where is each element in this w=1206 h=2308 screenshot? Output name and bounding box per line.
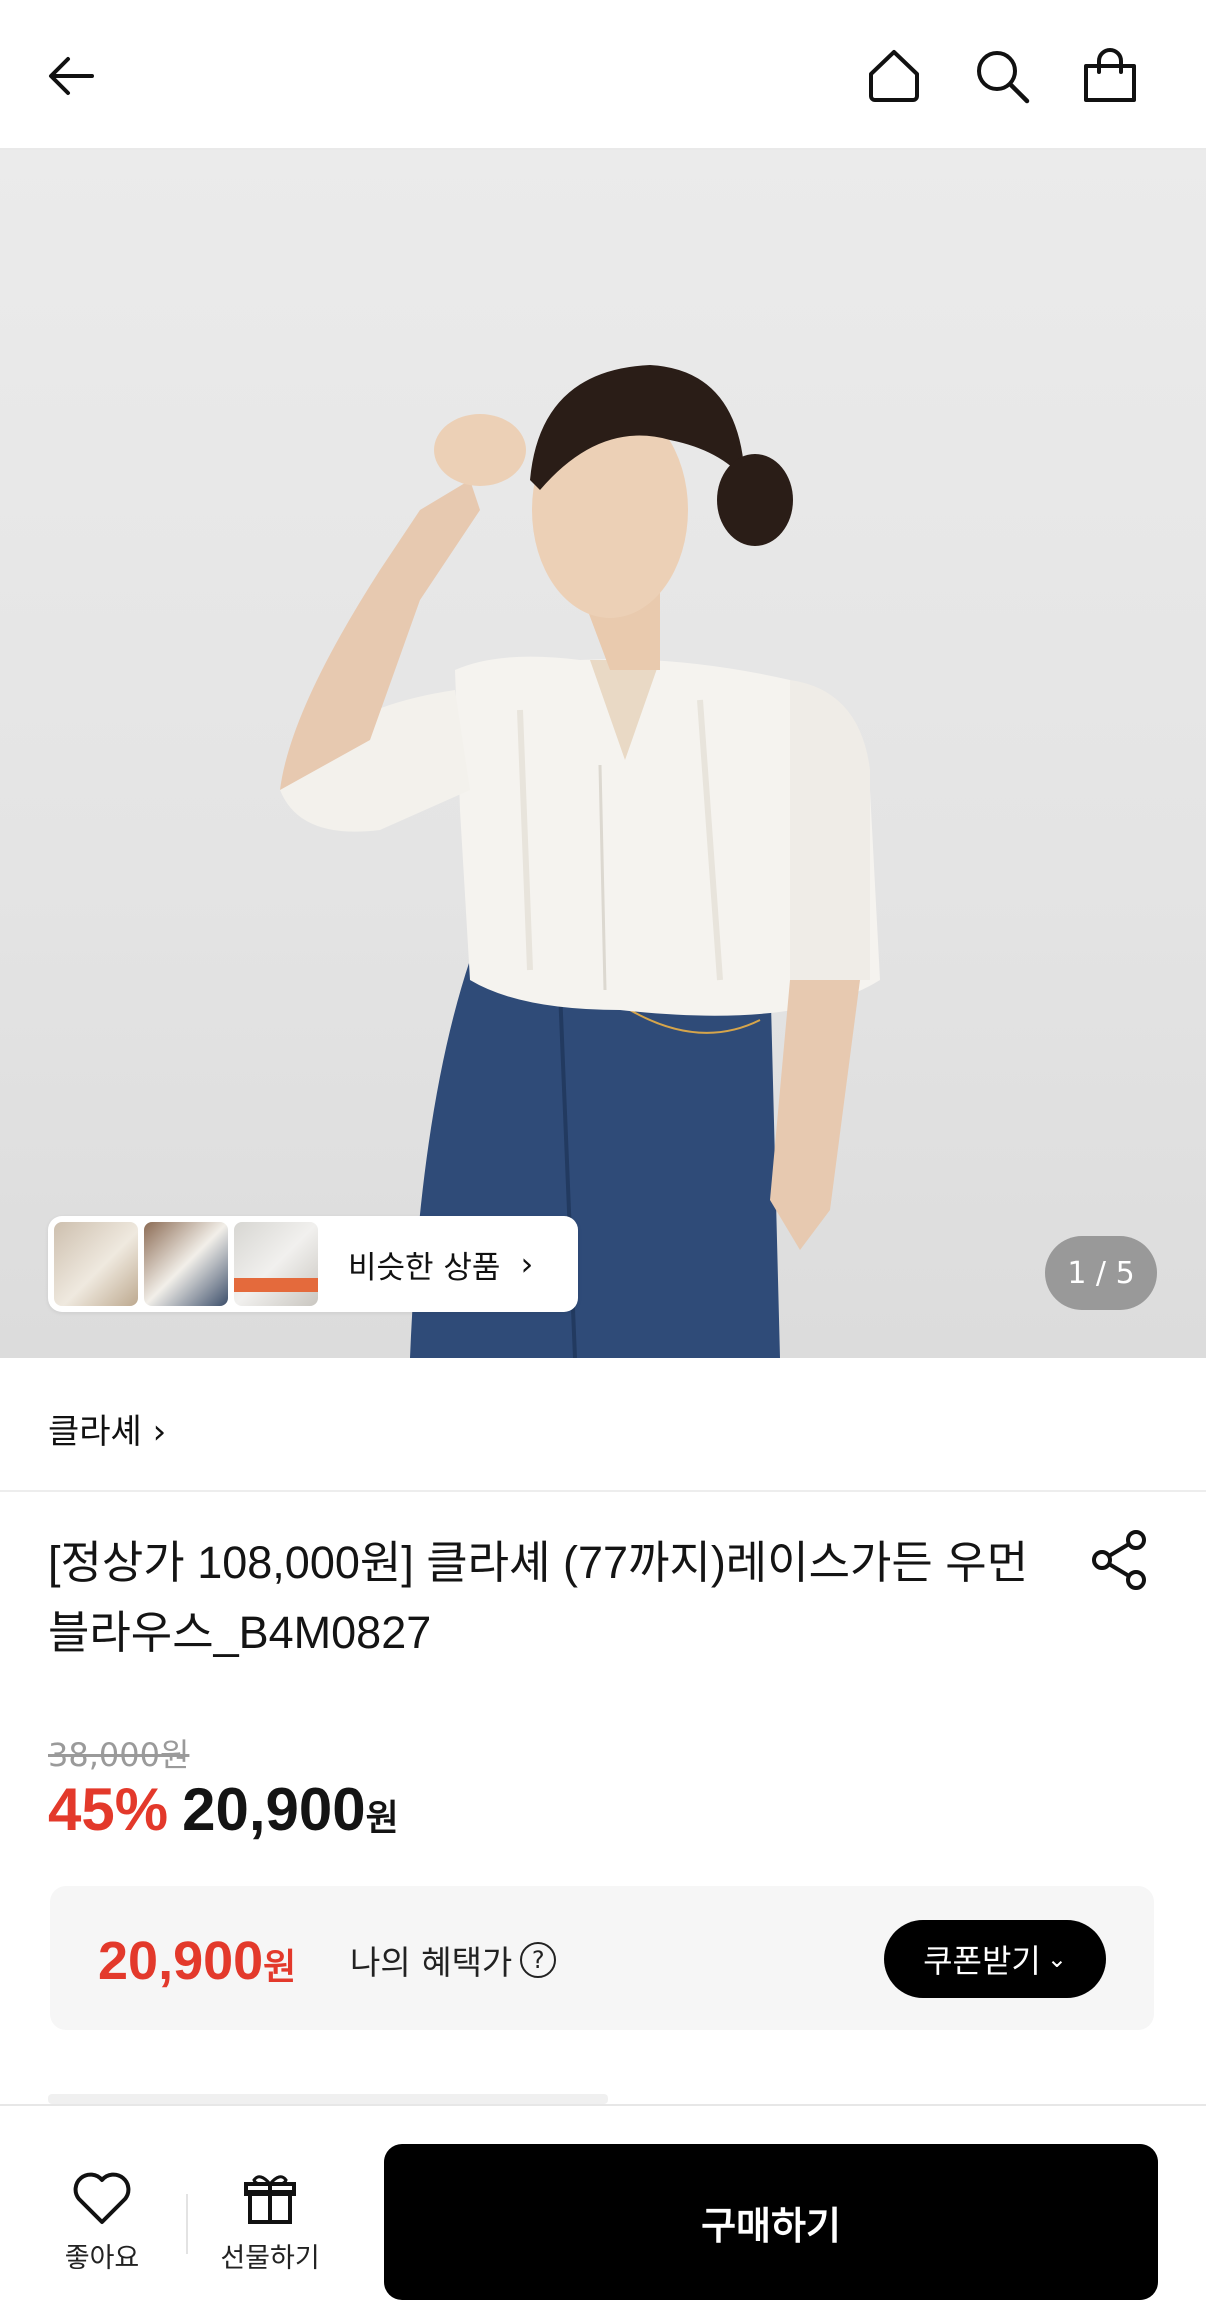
benefit-price-currency: 원 — [263, 1946, 297, 1987]
benefit-label: 나의 혜택가 — [350, 1943, 513, 1982]
price-row: 45% 20,900 원 — [48, 1775, 399, 1844]
gift-label: 선물하기 — [220, 2243, 320, 2274]
divider — [186, 2194, 188, 2254]
image-pager-indicator: 1 / 5 — [1045, 1236, 1157, 1310]
share-icon[interactable] — [1088, 1528, 1152, 1592]
top-nav-bar — [0, 0, 1206, 150]
similar-thumb-3 — [234, 1222, 318, 1306]
brand-link[interactable]: 클라셰 › — [48, 1404, 166, 1453]
product-photo — [280, 365, 880, 1358]
discount-rate: 45% — [48, 1776, 169, 1843]
similar-thumb-1 — [54, 1222, 138, 1306]
similar-products-label: 비슷한 상품 — [348, 1249, 501, 1286]
help-icon[interactable]: ? — [520, 1942, 557, 1978]
get-coupon-button[interactable]: 쿠폰받기 ⌄ — [884, 1920, 1106, 1998]
product-image-carousel[interactable]: 비슷한 상품 › 1 / 5 — [0, 150, 1206, 1358]
like-label: 좋아요 — [64, 2243, 140, 2274]
home-icon[interactable] — [858, 40, 930, 112]
benefit-price-value: 20,900 — [98, 1931, 264, 1991]
chevron-down-icon: ⌄ — [1046, 1945, 1067, 1973]
benefit-price-box: 20,900 원 나의 혜택가 ? 쿠폰받기 ⌄ — [50, 1886, 1154, 2030]
gift-button[interactable]: 선물하기 — [200, 2170, 340, 2275]
coupon-button-label: 쿠폰받기 — [923, 1942, 1041, 1980]
like-button[interactable]: 좋아요 — [32, 2170, 172, 2275]
benefit-label-group: 나의 혜택가 ? — [350, 1936, 557, 1984]
benefit-price: 20,900 원 — [98, 1930, 296, 1992]
gift-icon — [244, 2175, 296, 2224]
buy-button[interactable]: 구매하기 — [384, 2144, 1158, 2300]
original-price: 38,000원 — [48, 1736, 190, 1774]
chevron-right-icon: › — [520, 1245, 534, 1283]
product-title: [정상가 108,000원] 클라셰 (77까지)레이스가든 우먼블라우스_B4… — [48, 1537, 1029, 1658]
arrow-left-icon[interactable] — [36, 40, 108, 112]
bottom-action-bar: 좋아요 선물하기 구매하기 — [0, 2104, 1206, 2308]
search-icon[interactable] — [966, 40, 1038, 112]
similar-thumb-2 — [144, 1222, 228, 1306]
brand-row: 클라셰 › — [0, 1358, 1206, 1492]
sale-price: 20,900 — [182, 1776, 366, 1843]
shopping-bag-icon[interactable] — [1074, 40, 1146, 112]
content-peek — [48, 2094, 608, 2104]
similar-products-button[interactable]: 비슷한 상품 › — [48, 1216, 578, 1312]
heart-icon — [73, 2172, 131, 2224]
sale-price-currency: 원 — [365, 1797, 399, 1838]
